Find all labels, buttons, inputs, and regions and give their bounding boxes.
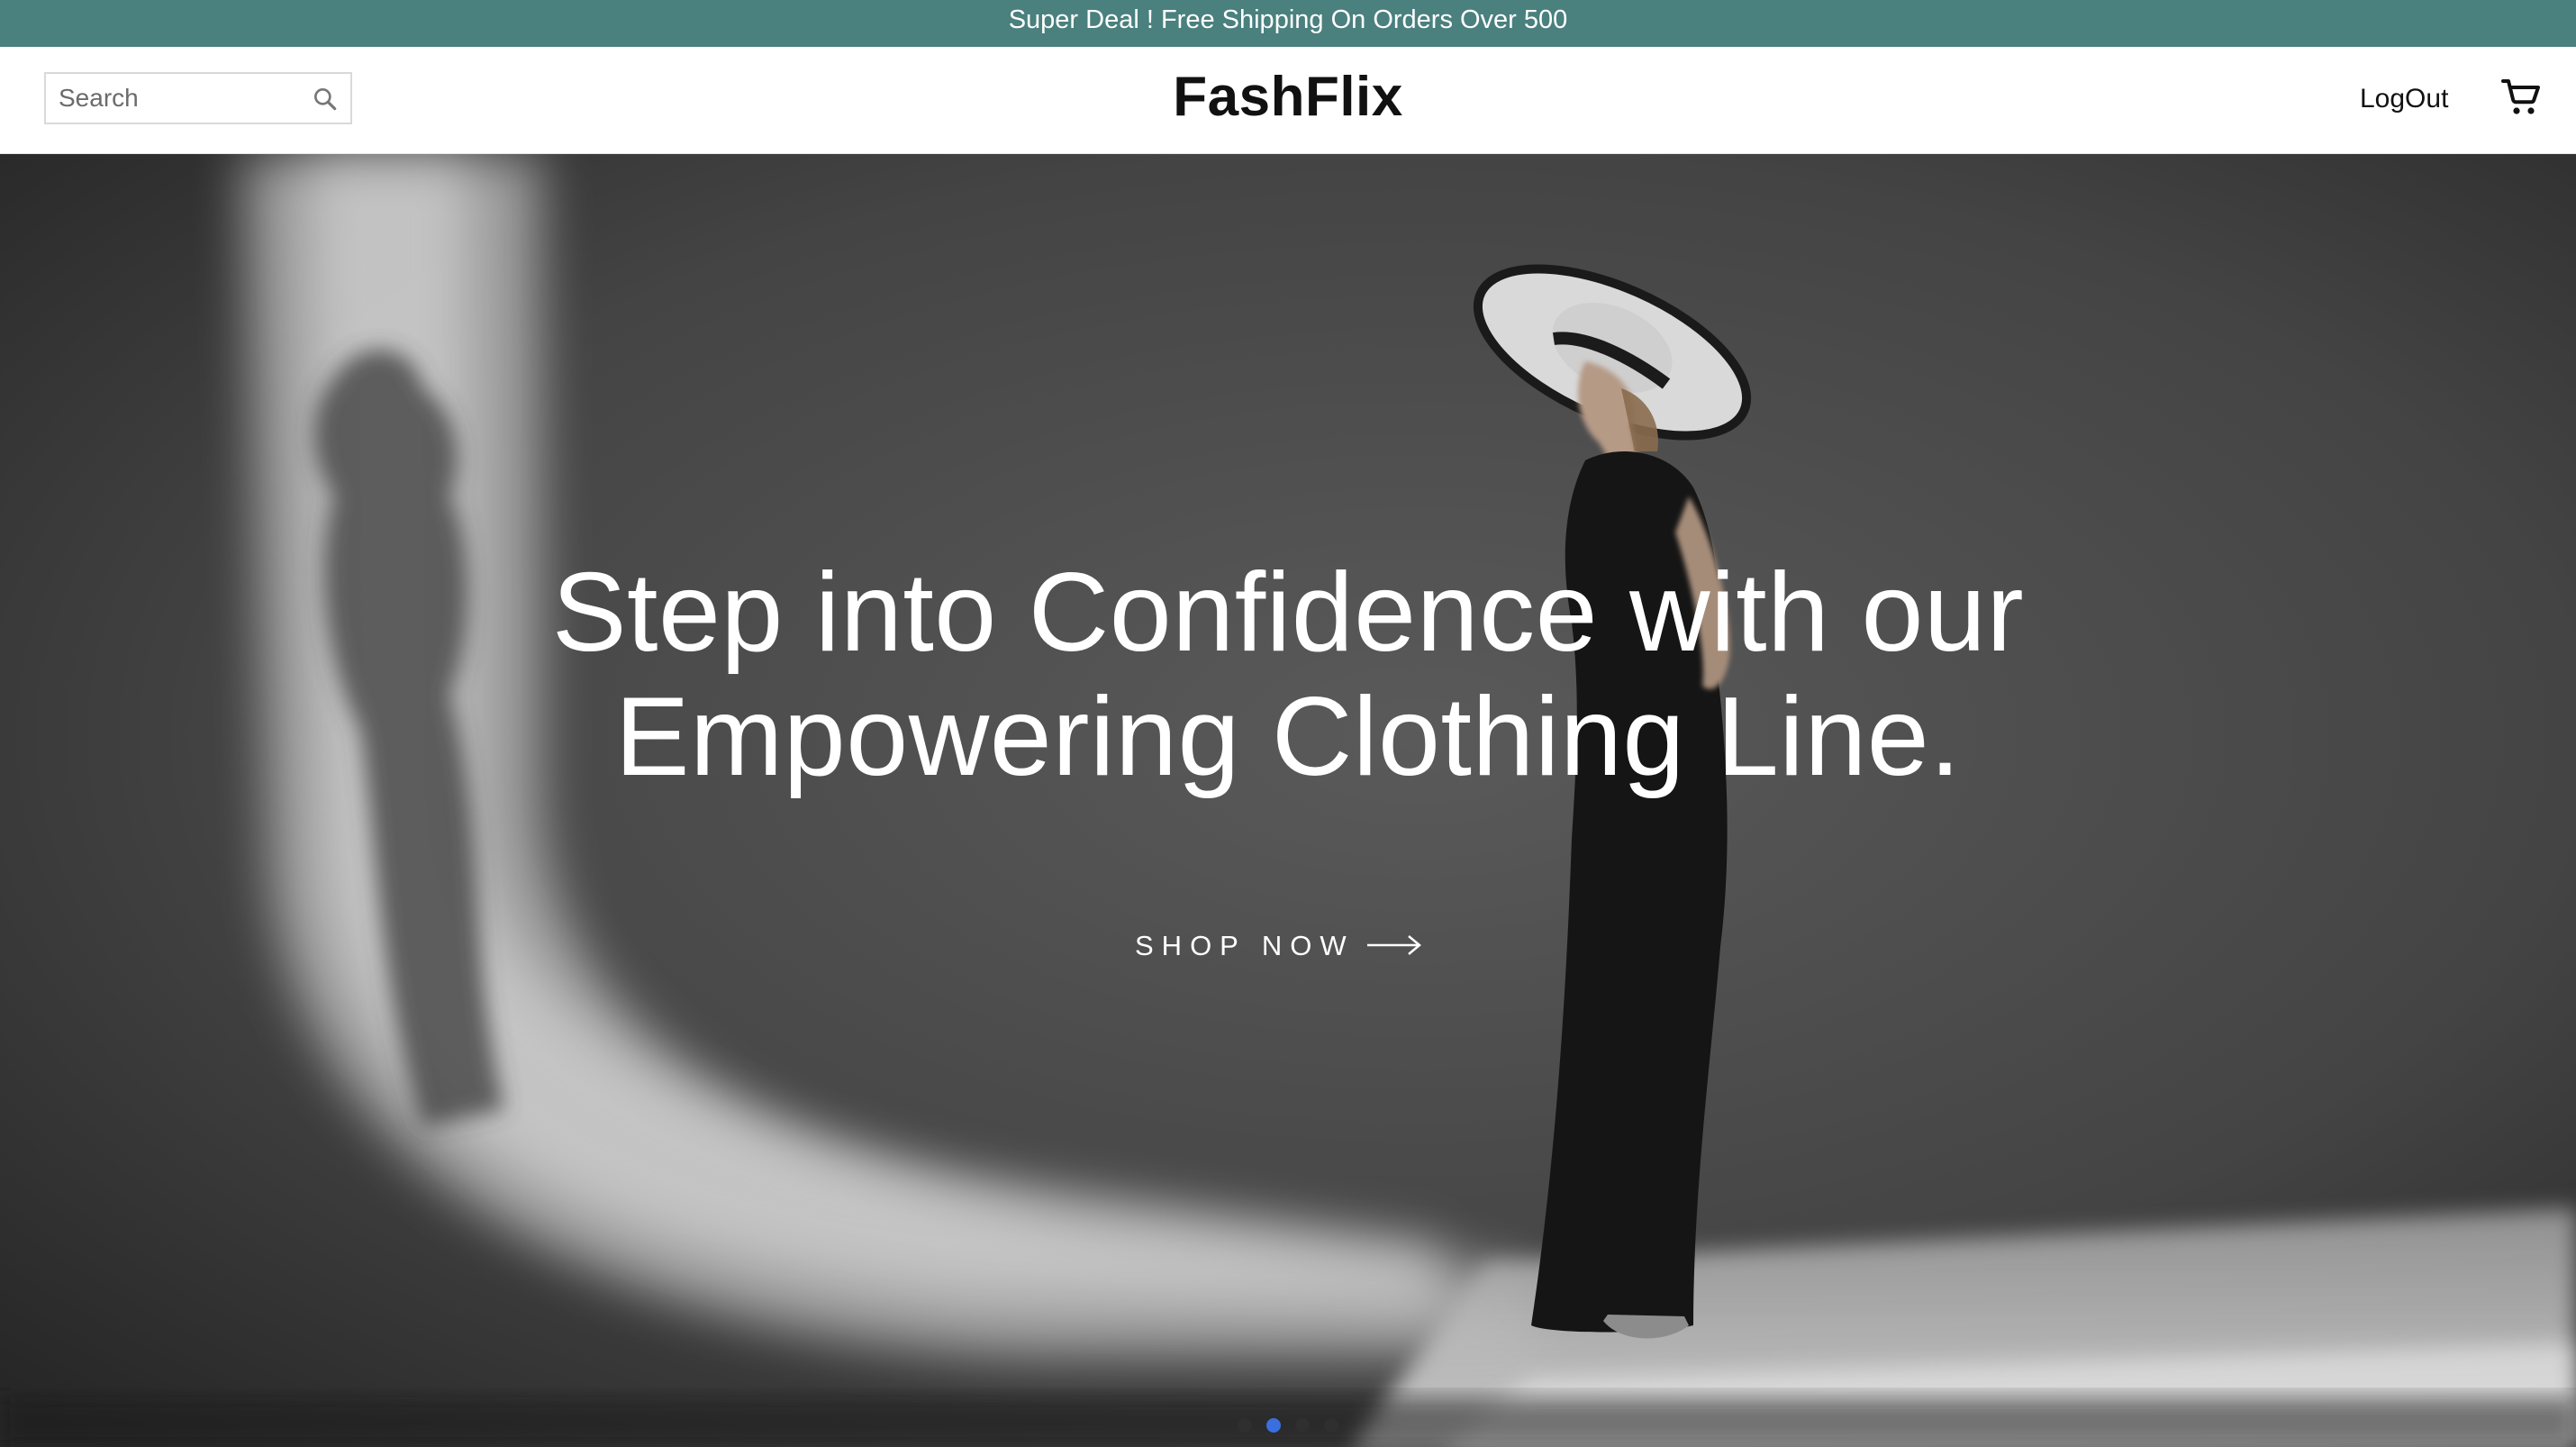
search-box[interactable] — [44, 72, 352, 124]
search-input[interactable] — [59, 74, 302, 123]
carousel-dot-2[interactable] — [1266, 1418, 1281, 1433]
shop-now-label: SHOP NOW — [1135, 930, 1355, 961]
carousel-dot-4[interactable] — [1324, 1418, 1338, 1433]
announcement-bar: Super Deal ! Free Shipping On Orders Ove… — [0, 0, 2576, 47]
carousel-dot-3[interactable] — [1295, 1418, 1310, 1433]
shop-now-button[interactable]: SHOP NOW — [1135, 915, 1441, 978]
carousel-dot-1[interactable] — [1238, 1418, 1252, 1433]
search-icon[interactable] — [311, 85, 340, 114]
carousel-dots — [1234, 1418, 1342, 1436]
announcement-text: Super Deal ! Free Shipping On Orders Ove… — [1008, 5, 1568, 34]
shopping-cart-icon[interactable] — [2499, 76, 2543, 119]
hero-background-image — [0, 154, 2576, 1447]
hero-heading: Step into Confidence with our Empowering… — [387, 551, 2189, 799]
hero-heading-line-1: Step into Confidence with our — [551, 551, 2025, 675]
hero-heading-line-2: Empowering Clothing Line. — [614, 675, 1962, 799]
hero-banner: Step into Confidence with our Empowering… — [0, 154, 2576, 1447]
logout-link[interactable]: LogOut — [2360, 77, 2504, 121]
site-header: FashFlix LogOut — [0, 47, 2576, 154]
site-logo[interactable]: FashFlix — [1081, 63, 1495, 132]
arrow-right-icon — [1367, 935, 1421, 955]
